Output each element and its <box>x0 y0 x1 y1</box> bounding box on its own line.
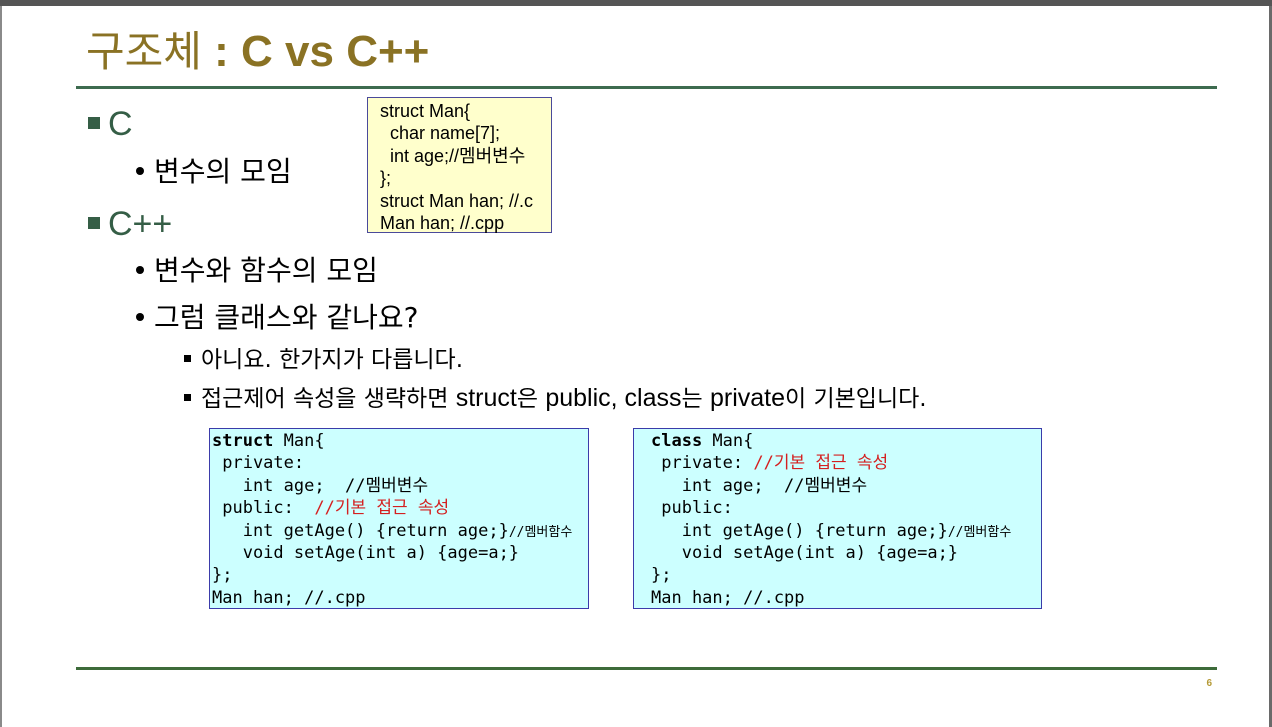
bullet-cpp-sub2-b-text1: 접근제어 속성을 생략하면 <box>201 386 456 412</box>
bullet-cpp-sub2-b-text7: 이 기본입니다. <box>785 386 927 412</box>
square-bullet-icon <box>88 117 100 130</box>
code-line: int age; //멤버변수 <box>651 475 868 496</box>
code-text: public: <box>212 498 315 519</box>
code-line: Man han; //.cpp <box>380 212 505 233</box>
code-line: public: //기본 접근 속성 <box>212 497 588 519</box>
bullet-cpp-sub1-label: 변수와 함수의 모임 <box>154 254 378 287</box>
cpp-struct-code-box: struct Man{ private: int age; //멤버변수 pub… <box>209 428 589 609</box>
code-line: int getAge() {return age;}//멤버함수 <box>212 520 588 542</box>
code-line: }; <box>212 565 233 586</box>
code-text: int getAge() {return age;} <box>651 520 948 541</box>
code-line: public: <box>651 498 733 519</box>
bullet-c-sub1: 변수의 모임 <box>136 154 292 190</box>
slide-title-korean: 구조체 <box>86 27 202 76</box>
bullet-cpp-sub2-b-text3: 은 <box>516 386 546 412</box>
code-comment: //기본 접근 속성 <box>753 453 889 474</box>
bullet-cpp-sub2-a: 아니요. 한가지가 다릅니다. <box>184 344 463 376</box>
bullet-cpp-sub2-b-text2: struct <box>455 384 517 412</box>
bullet-cpp-sub2-label: 그럼 클래스와 같나요? <box>154 301 419 334</box>
slide-title-rest: : C vs C++ <box>201 27 430 76</box>
code-text: Man{ <box>273 431 325 451</box>
bullet-c: C <box>88 104 133 144</box>
code-keyword: struct <box>212 431 274 451</box>
square-bullet-icon <box>88 217 100 230</box>
code-line: struct Man han; //.c <box>380 190 534 211</box>
bullet-cpp-sub2-b: 접근제어 속성을 생략하면 struct은 public, class는 pri… <box>184 382 927 414</box>
code-line: int age;//멤버변수 <box>380 145 526 166</box>
code-line: Man han; //.cpp <box>651 587 805 608</box>
code-comment-small: //멤버함수 <box>947 524 1012 540</box>
page-number: 6 <box>1206 678 1212 689</box>
window-left-edge <box>0 6 2 727</box>
small-square-bullet-icon <box>184 394 191 401</box>
cpp-class-code-box: class Man{ private: //기본 접근 속성 int age; … <box>633 428 1042 609</box>
code-keyword: class <box>651 431 703 451</box>
code-line: struct Man{ <box>212 430 588 452</box>
dot-bullet-icon <box>136 167 144 175</box>
c-struct-code-box: struct Man{ char name[7]; int age;//멤버변수… <box>367 97 552 233</box>
bullet-c-sub1-label: 변수의 모임 <box>154 155 292 188</box>
code-line: int age; //멤버변수 <box>212 475 429 496</box>
code-line: Man han; //.cpp <box>212 587 366 608</box>
code-comment: //기본 접근 속성 <box>314 498 450 519</box>
code-text: int getAge() {return age;} <box>212 520 509 541</box>
code-line: int getAge() {return age;}//멤버함수 <box>651 520 1041 542</box>
bullet-cpp-sub2: 그럼 클래스와 같나요? <box>136 300 419 336</box>
bullet-c-label: C <box>108 105 133 143</box>
bullet-cpp-sub2-b-text4: public, class <box>545 384 682 412</box>
code-line: void setAge(int a) {age=a;} <box>651 542 959 563</box>
code-text: private: <box>651 453 754 474</box>
slide-title: 구조체 : C vs C++ <box>86 24 429 80</box>
bullet-cpp-sub2-b-text6: private <box>709 384 786 412</box>
code-comment-small: //멤버함수 <box>508 524 573 540</box>
code-line: private: //기본 접근 속성 <box>651 452 1041 474</box>
code-line: private: <box>212 453 305 474</box>
bullet-cpp-label: C++ <box>108 205 173 243</box>
code-line: }; <box>651 565 672 586</box>
code-line: class Man{ <box>651 430 1041 452</box>
code-line: }; <box>380 168 392 189</box>
footer-rule <box>76 667 1217 670</box>
window-top-bar <box>0 0 1272 6</box>
code-line: void setAge(int a) {age=a;} <box>212 542 520 563</box>
small-square-bullet-icon <box>184 355 191 362</box>
bullet-cpp-sub2-a-label: 아니요. 한가지가 다릅니다. <box>201 347 464 373</box>
dot-bullet-icon <box>136 313 144 321</box>
bullet-cpp-sub1: 변수와 함수의 모임 <box>136 253 378 289</box>
bullet-cpp-sub2-b-text5: 는 <box>681 386 710 412</box>
code-line: char name[7]; <box>380 123 501 144</box>
code-line: struct Man{ <box>380 101 471 121</box>
title-underline <box>76 86 1217 89</box>
bullet-cpp: C++ <box>88 204 172 244</box>
code-text: Man{ <box>702 431 754 451</box>
dot-bullet-icon <box>136 266 144 274</box>
